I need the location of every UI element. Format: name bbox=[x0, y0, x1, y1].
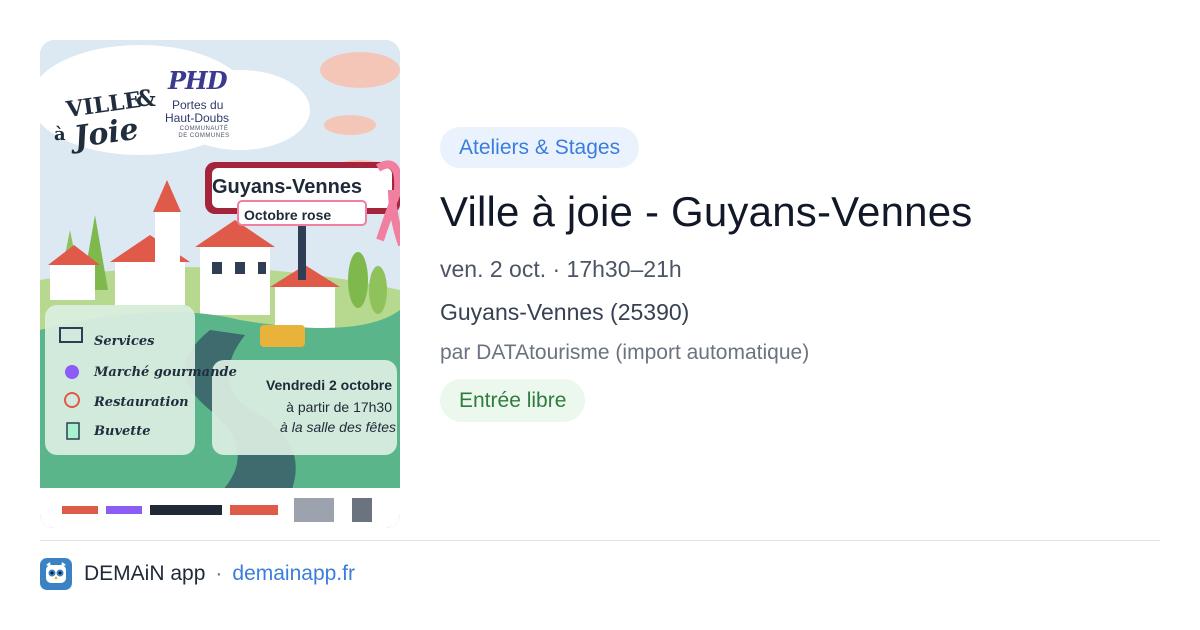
org-logo: PHD bbox=[168, 66, 228, 95]
footer: DEMAiN app · demainapp.fr bbox=[40, 558, 355, 590]
event-organizer: par DATAtourisme (import automatique) bbox=[440, 341, 810, 364]
org-name-line1: Portes du bbox=[172, 98, 224, 112]
event-details: Ateliers & Stages Ville à joie - Guyans-… bbox=[440, 127, 1160, 422]
activity-services: Services bbox=[94, 334, 155, 349]
poster-time: à partir de 17h30 bbox=[286, 399, 392, 415]
app-name: DEMAiN app bbox=[84, 562, 206, 585]
price-chip: Entrée libre bbox=[440, 379, 586, 422]
poster-date: Vendredi 2 octobre bbox=[265, 377, 392, 393]
event-title[interactable]: Ville à joie - Guyans-Vennes bbox=[440, 186, 1160, 238]
poster-subtitle: Octobre rose bbox=[244, 207, 332, 223]
market-icon bbox=[65, 365, 79, 379]
org-name-line2: Haut-Doubs bbox=[165, 111, 230, 125]
org-subtitle: COMMUNAUTÉ DE COMMUNES bbox=[178, 126, 230, 139]
activity-market: Marché gourmande bbox=[94, 365, 237, 380]
sponsor-logo-1 bbox=[62, 506, 98, 514]
owl-app-icon[interactable] bbox=[40, 558, 72, 590]
app-link[interactable]: demainapp.fr bbox=[232, 562, 355, 586]
event-datetime: ven. 2 oct. · 17h30–21h bbox=[440, 256, 682, 282]
food-truck bbox=[260, 325, 305, 347]
event-location: Guyans-Vennes (25390) bbox=[440, 299, 690, 325]
sponsor-logo-3 bbox=[150, 505, 222, 515]
footer-separator: · bbox=[215, 562, 223, 585]
sponsor-logo-6 bbox=[352, 498, 372, 522]
poster-place: à la salle des fêtes bbox=[280, 419, 396, 435]
activity-bar: Buvette bbox=[94, 424, 151, 439]
activity-restaurant: Restauration bbox=[94, 395, 189, 410]
sponsor-logo-4 bbox=[230, 505, 278, 515]
sponsor-logo-5 bbox=[294, 498, 334, 522]
footer-divider bbox=[40, 540, 1160, 541]
event-poster[interactable]: VILLE à Joie & PHD Portes du Haut-Doubs … bbox=[40, 40, 400, 528]
sponsor-logo-2 bbox=[106, 506, 142, 514]
category-chip[interactable]: Ateliers & Stages bbox=[440, 127, 640, 168]
drink-icon bbox=[66, 422, 80, 440]
poster-heading-prefix: à bbox=[54, 124, 66, 145]
poster-ampersand: & bbox=[136, 86, 156, 112]
poster-town: Guyans-Vennes bbox=[212, 176, 363, 198]
